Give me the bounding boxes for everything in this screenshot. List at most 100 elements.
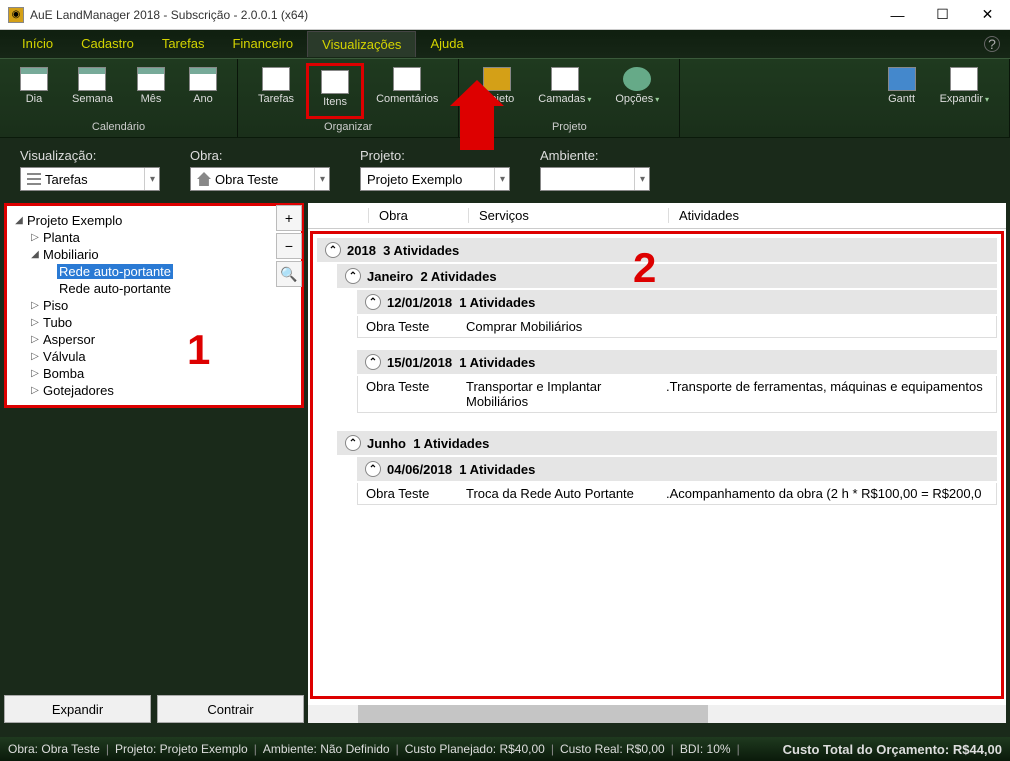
year-count: 3 Atividades xyxy=(383,243,459,258)
collapse-icon[interactable]: ◢ xyxy=(29,249,41,260)
minimize-button[interactable]: — xyxy=(875,0,920,30)
dia-icon xyxy=(20,67,48,91)
tree-item[interactable]: ▷Válvula xyxy=(13,348,295,365)
col-atividades[interactable]: Atividades xyxy=(668,208,1006,223)
collapse-icon[interactable]: ◢ xyxy=(13,215,25,226)
cell-servico: Transportar e Implantar Mobiliários xyxy=(466,379,666,409)
annotation-2: 2 xyxy=(633,244,656,292)
menu-visualizações[interactable]: Visualizações xyxy=(307,31,416,57)
tree-item[interactable]: ▷Piso xyxy=(13,297,295,314)
expand-icon[interactable]: ▷ xyxy=(29,232,41,243)
activity-row[interactable]: Obra TesteComprar Mobiliários xyxy=(357,316,997,338)
chevron-down-icon: ▾ xyxy=(655,95,659,104)
menu-ajuda[interactable]: Ajuda xyxy=(416,31,477,57)
cell-obra: Obra Teste xyxy=(366,319,466,334)
expand-icon[interactable]: ▷ xyxy=(29,334,41,345)
expand-icon[interactable]: ▷ xyxy=(29,385,41,396)
expand-icon[interactable]: ▷ xyxy=(29,368,41,379)
close-button[interactable]: ✕ xyxy=(965,0,1010,30)
cell-atividade: .Acompanhamento da obra (2 h * R$100,00 … xyxy=(666,486,988,501)
ribbon-label: Dia xyxy=(26,93,43,105)
expand-icon[interactable]: ▷ xyxy=(29,300,41,311)
ribbon-opcoes-button[interactable]: Opções▾ xyxy=(603,63,671,119)
expand-icon[interactable]: ▷ xyxy=(29,317,41,328)
ribbon-dia-button[interactable]: Dia xyxy=(8,63,60,119)
grid-body: 2 ⌃ 2018 3 Atividades ⌃Janeiro 2 Ativida… xyxy=(310,231,1004,699)
ribbon-label: Comentários xyxy=(376,93,438,105)
expandir-button[interactable]: Expandir xyxy=(4,695,151,723)
year-row[interactable]: ⌃ 2018 3 Atividades xyxy=(317,238,997,262)
collapse-icon[interactable]: ⌃ xyxy=(365,294,381,310)
day-row[interactable]: ⌃15/01/2018 1 Atividades xyxy=(357,350,997,374)
projeto-dropdown[interactable]: Projeto Exemplo ▾ xyxy=(360,167,510,191)
app-icon: ◉ xyxy=(8,7,24,23)
tree-add-button[interactable]: + xyxy=(276,205,302,231)
tree-item-label: Tubo xyxy=(41,315,74,330)
collapse-icon[interactable]: ⌃ xyxy=(345,435,361,451)
menu-financeiro[interactable]: Financeiro xyxy=(218,31,307,57)
help-icon[interactable]: ? xyxy=(984,36,1000,52)
horizontal-scrollbar[interactable] xyxy=(308,705,1006,723)
ribbon-expandir-button[interactable]: Expandir▾ xyxy=(928,63,1001,131)
month-row[interactable]: ⌃Janeiro 2 Atividades xyxy=(337,264,997,288)
collapse-icon[interactable]: ⌃ xyxy=(365,354,381,370)
sb-ambiente-label: Ambiente: xyxy=(263,742,317,756)
maximize-button[interactable]: ☐ xyxy=(920,0,965,30)
month-row[interactable]: ⌃Junho 1 Atividades xyxy=(337,431,997,455)
title-bar: ◉ AuE LandManager 2018 - Subscrição - 2.… xyxy=(0,0,1010,30)
col-servicos[interactable]: Serviços xyxy=(468,208,668,223)
tree-view[interactable]: ◢ Projeto Exemplo ▷Planta◢Mobiliario Red… xyxy=(4,203,304,408)
cell-obra: Obra Teste xyxy=(366,379,466,409)
ribbon-tarefas-button[interactable]: Tarefas xyxy=(246,63,306,119)
menu-cadastro[interactable]: Cadastro xyxy=(67,31,148,57)
tree-item-label: Aspersor xyxy=(41,332,97,347)
tree-item[interactable]: ▷Gotejadores xyxy=(13,382,295,399)
tree-item[interactable]: ▷Planta xyxy=(13,229,295,246)
collapse-icon[interactable]: ⌃ xyxy=(325,242,341,258)
visualizacao-dropdown[interactable]: Tarefas ▾ xyxy=(20,167,160,191)
menu-início[interactable]: Início xyxy=(8,31,67,57)
day-row[interactable]: ⌃04/06/2018 1 Atividades xyxy=(357,457,997,481)
ribbon-label: Opções▾ xyxy=(615,93,659,105)
tree-item[interactable]: ◢Mobiliario xyxy=(13,246,295,263)
sb-cplan-label: Custo Planejado: xyxy=(405,742,496,756)
ambiente-label: Ambiente: xyxy=(540,148,650,163)
expand-icon[interactable]: ▷ xyxy=(29,351,41,362)
col-obra[interactable]: Obra xyxy=(368,208,468,223)
tree-item-label: Mobiliario xyxy=(41,247,101,262)
collapse-icon[interactable]: ⌃ xyxy=(365,461,381,477)
ribbon-mes-button[interactable]: Mês xyxy=(125,63,177,119)
tree-item-label: Válvula xyxy=(41,349,88,364)
tree-item[interactable]: ▷Aspersor xyxy=(13,331,295,348)
activity-row[interactable]: Obra TesteTransportar e Implantar Mobili… xyxy=(357,376,997,413)
ribbon-ano-button[interactable]: Ano xyxy=(177,63,229,119)
tree-item[interactable]: Rede auto-portante xyxy=(13,280,295,297)
sb-ambiente: Não Definido xyxy=(320,742,389,756)
ambiente-dropdown[interactable]: ▾ xyxy=(540,167,650,191)
tree-item[interactable]: ▷Tubo xyxy=(13,314,295,331)
ribbon-group-label: Calendário xyxy=(0,119,237,137)
ribbon-itens-button[interactable]: Itens xyxy=(306,63,364,119)
window-title: AuE LandManager 2018 - Subscrição - 2.0.… xyxy=(30,8,875,22)
obra-value: Obra Teste xyxy=(215,172,278,187)
contrair-button[interactable]: Contrair xyxy=(157,695,304,723)
ribbon-gantt-button[interactable]: Gantt xyxy=(876,63,928,131)
obra-dropdown[interactable]: Obra Teste ▾ xyxy=(190,167,330,191)
tree-item[interactable]: Rede auto-portante xyxy=(13,263,295,280)
tree-item[interactable]: ▷Bomba xyxy=(13,365,295,382)
tree-remove-button[interactable]: − xyxy=(276,233,302,259)
semana-icon xyxy=(78,67,106,91)
tree-item-label: Rede auto-portante xyxy=(57,264,173,279)
ribbon-camadas-button[interactable]: Camadas▾ xyxy=(526,63,603,119)
ribbon-comentarios-button[interactable]: Comentários xyxy=(364,63,450,119)
ribbon-semana-button[interactable]: Semana xyxy=(60,63,125,119)
cell-servico: Troca da Rede Auto Portante xyxy=(466,486,666,501)
activity-row[interactable]: Obra TesteTroca da Rede Auto Portante.Ac… xyxy=(357,483,997,505)
chevron-down-icon: ▾ xyxy=(314,168,325,190)
home-icon xyxy=(197,172,211,186)
tree-search-button[interactable]: 🔍 xyxy=(276,261,302,287)
collapse-icon[interactable]: ⌃ xyxy=(345,268,361,284)
day-row[interactable]: ⌃12/01/2018 1 Atividades xyxy=(357,290,997,314)
menu-tarefas[interactable]: Tarefas xyxy=(148,31,219,57)
tree-root[interactable]: ◢ Projeto Exemplo xyxy=(13,212,295,229)
